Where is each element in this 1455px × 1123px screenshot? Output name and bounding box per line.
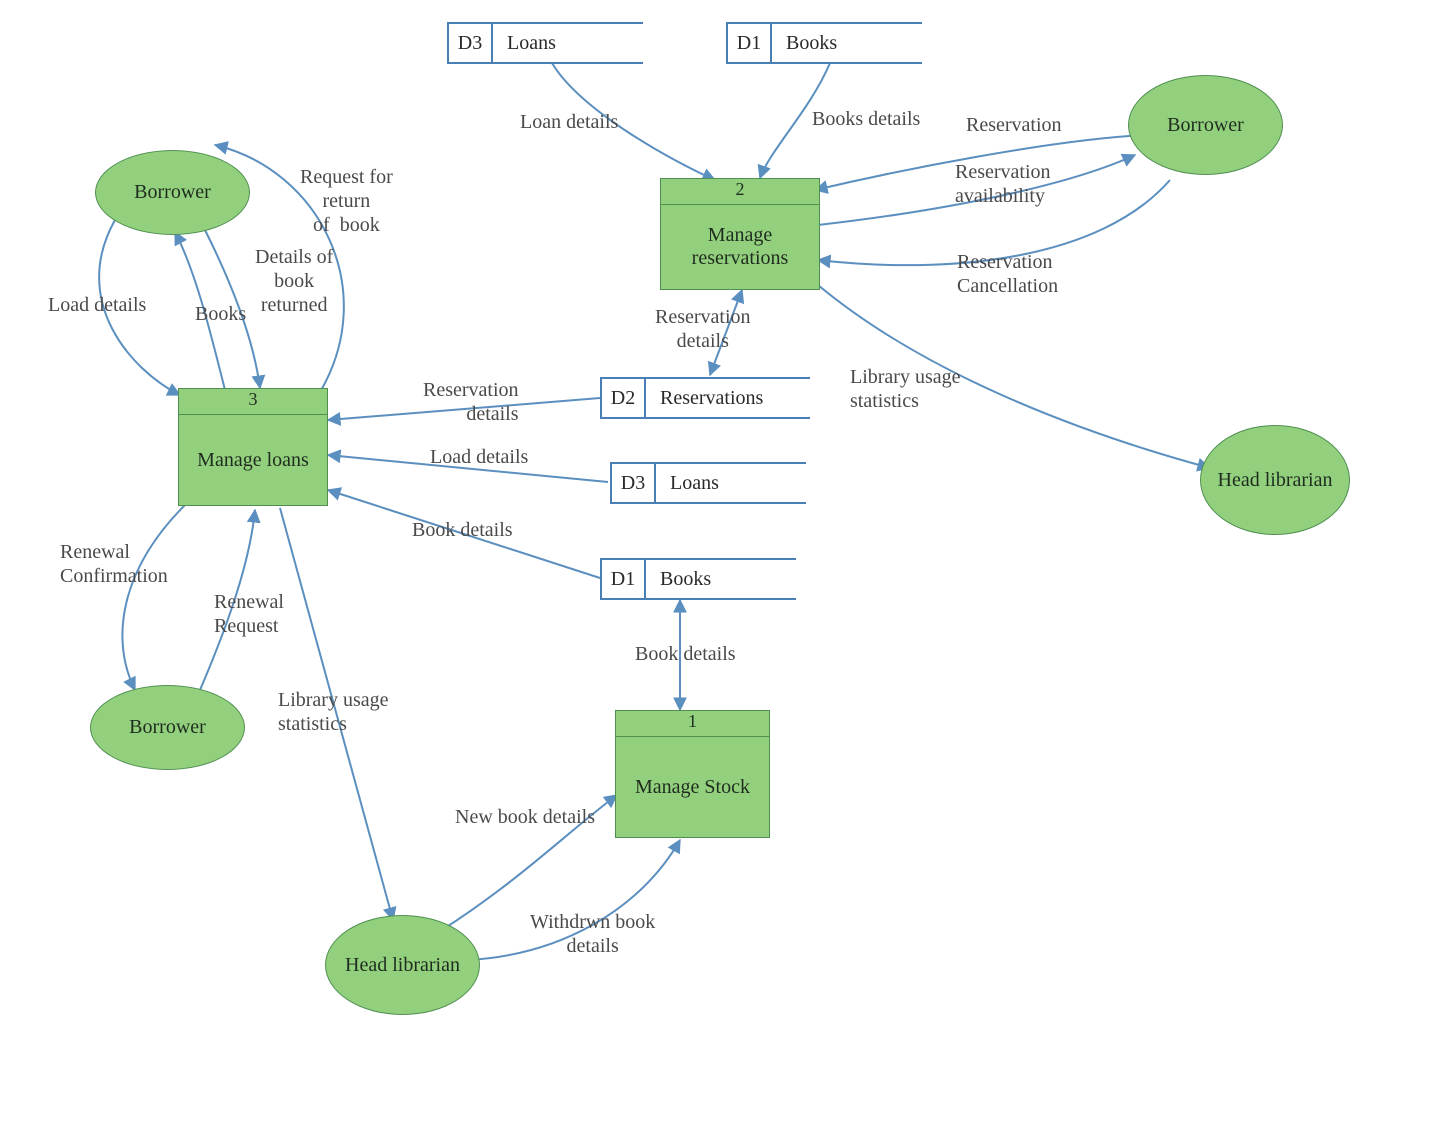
datastore-id: D3 [449,24,493,62]
datastore-name: Books [772,24,922,62]
label-new-book-details: New book details [455,805,595,829]
datastore-id: D1 [728,24,772,62]
label-loan-details-top: Loan details [520,110,618,134]
label-reservation-cancellation: Reservation Cancellation [957,250,1058,298]
entity-label: Borrower [134,181,211,204]
label-renewal-confirmation: Renewal Confirmation [60,540,168,588]
datastore-id: D1 [602,560,646,598]
process-manage-reservations: 2 Manage reservations [660,178,820,290]
datastore-d1-books-top: D1 Books [726,22,922,64]
entity-label: Head librarian [345,954,460,977]
process-name: Manage reservations [661,205,819,289]
label-reservation-details-vert: Reservation details [655,305,751,353]
datastore-d1-books-mid: D1 Books [600,558,796,600]
label-book-details-mid: Book details [412,518,513,542]
label-renewal-request: Renewal Request [214,590,284,638]
process-manage-loans: 3 Manage loans [178,388,328,506]
label-reservation: Reservation [966,113,1062,137]
process-number: 2 [661,179,819,205]
label-reservation-details-mid: Reservation details [423,378,519,426]
process-name: Manage Stock [616,737,769,837]
process-number: 1 [616,711,769,737]
label-library-usage-left: Library usage statistics [278,688,389,736]
label-book-details-vert: Book details [635,642,736,666]
label-request-for-return: Request for return of book [300,165,393,237]
entity-borrower-top-right: Borrower [1128,75,1283,175]
entity-label: Borrower [1167,114,1244,137]
datastore-name: Books [646,560,796,598]
datastore-id: D2 [602,379,646,417]
process-name: Manage loans [179,415,327,505]
label-library-usage-right: Library usage statistics [850,365,961,413]
label-reservation-availability: Reservation availability [955,160,1051,208]
datastore-d3-loans-mid: D3 Loans [610,462,806,504]
entity-borrower-top-left: Borrower [95,150,250,235]
datastore-name: Loans [656,464,806,502]
label-load-details-left: Load details [48,293,146,317]
entity-head-librarian-right: Head librarian [1200,425,1350,535]
entity-label: Borrower [129,716,206,739]
process-manage-stock: 1 Manage Stock [615,710,770,838]
entity-head-librarian-bottom: Head librarian [325,915,480,1015]
entity-borrower-bottom-left: Borrower [90,685,245,770]
datastore-name: Reservations [646,379,810,417]
datastore-name: Loans [493,24,643,62]
datastore-id: D3 [612,464,656,502]
label-withdrawn-book-details: Withdrwn book details [530,910,655,958]
label-books: Books [195,302,246,326]
label-books-details-top: Books details [812,107,920,131]
datastore-d2-reservations: D2 Reservations [600,377,810,419]
label-load-details-mid: Load details [430,445,528,469]
process-number: 3 [179,389,327,415]
entity-label: Head librarian [1218,469,1333,492]
label-details-of-book-returned: Details of book returned [255,245,333,317]
datastore-d3-loans-top: D3 Loans [447,22,643,64]
